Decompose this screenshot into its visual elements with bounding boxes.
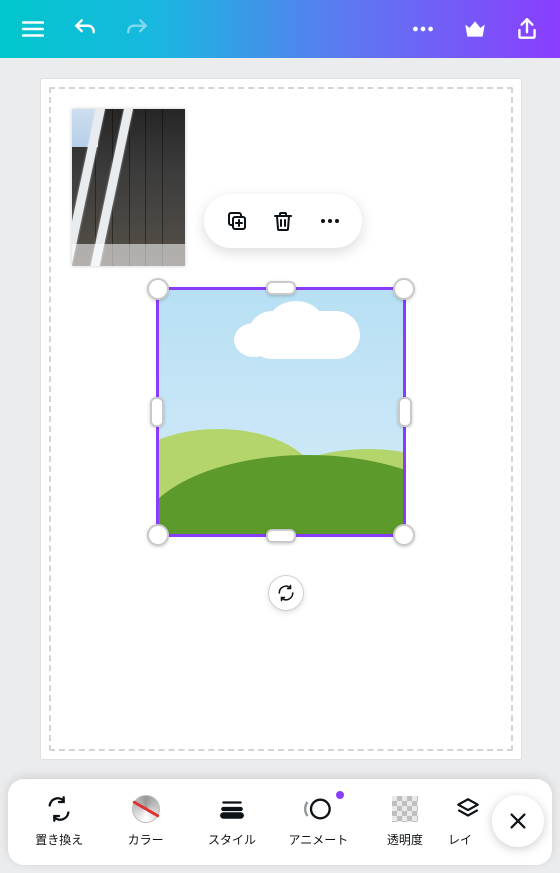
resize-handle-nw[interactable] — [147, 278, 169, 300]
canvas-selected-element[interactable] — [158, 289, 404, 535]
resize-handle-se[interactable] — [393, 524, 415, 546]
resize-handle-w[interactable] — [150, 397, 164, 427]
resize-handle-e[interactable] — [398, 397, 412, 427]
tool-label: 透明度 — [387, 831, 423, 848]
tool-replace[interactable]: 置き換え — [16, 795, 102, 848]
style-icon — [218, 795, 246, 823]
replace-icon — [45, 795, 73, 823]
tool-label: レイ — [448, 831, 488, 848]
context-more-button[interactable] — [316, 207, 344, 235]
close-button[interactable] — [492, 795, 544, 847]
canvas-page[interactable] — [40, 78, 522, 760]
more-icon[interactable] — [410, 16, 436, 42]
context-toolbar — [204, 194, 362, 248]
delete-button[interactable] — [269, 207, 297, 235]
tool-color[interactable]: カラー — [102, 795, 188, 848]
tool-label: カラー — [128, 831, 164, 848]
rotate-button[interactable] — [268, 575, 304, 611]
indicator-dot — [336, 791, 344, 799]
tool-label: 置き換え — [35, 831, 83, 848]
resize-handle-ne[interactable] — [393, 278, 415, 300]
layer-icon — [454, 795, 482, 823]
tool-layer[interactable]: レイ — [448, 795, 488, 848]
bottom-toolbar: 置き換え カラー スタイル アニメート 透明度 レイ — [8, 779, 552, 865]
duplicate-button[interactable] — [223, 207, 251, 235]
color-icon — [132, 795, 160, 823]
top-bar — [0, 0, 560, 58]
premium-crown-icon[interactable] — [462, 16, 488, 42]
resize-handle-sw[interactable] — [147, 524, 169, 546]
canvas-image-dam[interactable] — [72, 109, 185, 266]
tool-label: スタイル — [208, 831, 256, 848]
resize-handle-n[interactable] — [266, 281, 296, 295]
tool-style[interactable]: スタイル — [189, 795, 275, 848]
tool-label: アニメート — [289, 831, 349, 848]
animate-icon — [304, 795, 332, 823]
redo-icon[interactable] — [124, 16, 150, 42]
share-icon[interactable] — [514, 16, 540, 42]
undo-icon[interactable] — [72, 16, 98, 42]
tool-transparency[interactable]: 透明度 — [362, 795, 448, 848]
transparency-icon — [391, 795, 419, 823]
resize-handle-s[interactable] — [266, 529, 296, 543]
tool-animate[interactable]: アニメート — [275, 795, 361, 848]
menu-icon[interactable] — [20, 16, 46, 42]
